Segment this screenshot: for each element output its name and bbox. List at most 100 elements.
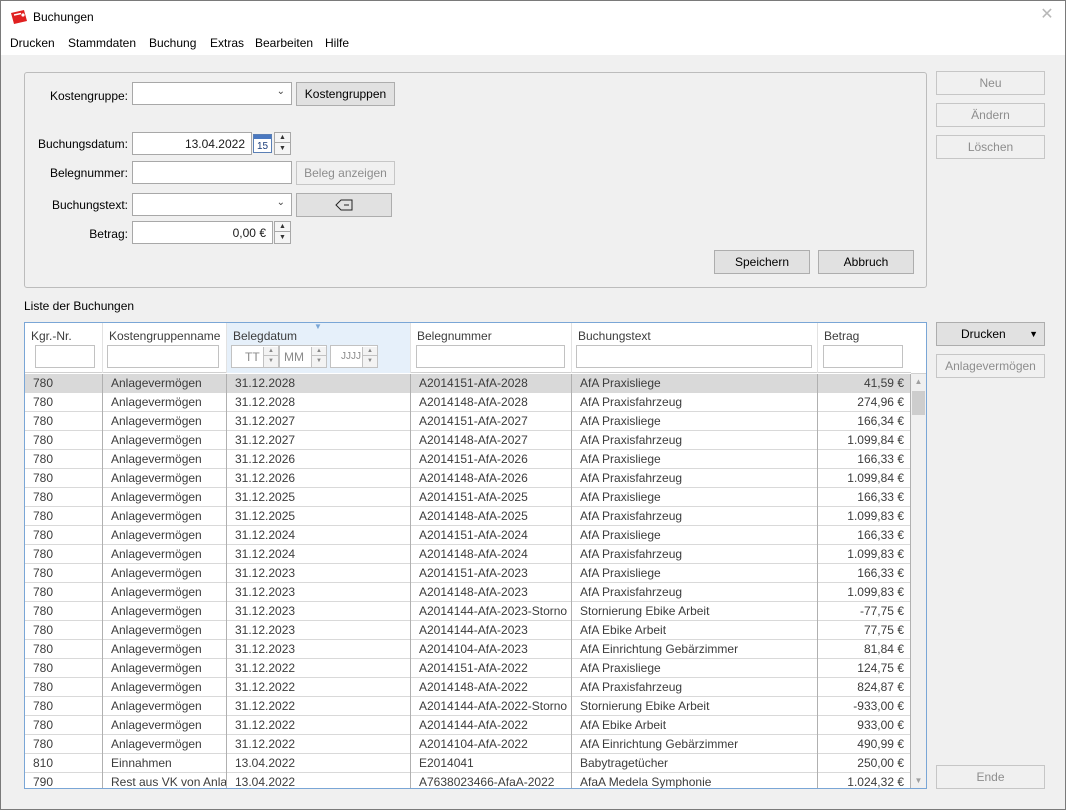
cell-kgr-nr: 780 [25,564,103,583]
table-row[interactable]: 780 Anlagevermögen 31.12.2026 A2014151-AfA-… [25,450,911,469]
table-row[interactable]: 780 Anlagevermögen 31.12.2027 A2014151-AfA-… [25,412,911,431]
cell-kgr-nr: 780 [25,678,103,697]
table-row[interactable]: 780 Anlagevermögen 31.12.2022 A2014144-AfA-… [25,716,911,735]
betrag-field[interactable]: 0,00 € [132,221,273,244]
column-kgr-nr[interactable]: Kgr.-Nr. [25,323,103,373]
table-row[interactable]: 780 Anlagevermögen 31.12.2026 A2014148-AfA-… [25,469,911,488]
column-betrag[interactable]: Betrag [818,323,911,373]
cell-kostengruppenname: Anlagevermögen [103,716,227,735]
column-belegnummer[interactable]: Belegnummer [411,323,572,373]
drucken-dropdown-button[interactable]: Drucken ▼ [936,322,1045,346]
kostengruppen-button[interactable]: Kostengruppen [296,82,395,106]
menu-extras[interactable]: Extras [210,36,244,50]
column-belegdatum[interactable]: ▼ Belegdatum TT ▲ ▼ MM ▲ ▼ JJJJ ▲ ▼ [227,323,411,373]
table-row[interactable]: 780 Anlagevermögen 31.12.2027 A2014148-AfA-… [25,431,911,450]
cell-kgr-nr: 790 [25,773,103,788]
cell-belegdatum: 31.12.2022 [227,678,411,697]
cell-belegdatum: 31.12.2022 [227,659,411,678]
filter-belegnummer-input[interactable] [416,345,565,368]
table-row[interactable]: 780 Anlagevermögen 31.12.2025 A2014148-AfA-… [25,507,911,526]
calendar-icon[interactable]: 15 [253,134,272,153]
cell-belegdatum: 31.12.2023 [227,583,411,602]
close-icon[interactable]: ✕ [1039,7,1055,23]
column-kostengruppenname[interactable]: Kostengruppenname [103,323,227,373]
arrow-up-icon[interactable]: ▲ [275,222,290,232]
menu-bearbeiten[interactable]: Bearbeiten [255,36,313,50]
table-row[interactable]: 780 Anlagevermögen 31.12.2028 A2014148-AfA-… [25,393,911,412]
cell-belegnummer: A2014148-AfA-2025 [411,507,572,526]
beleg-anzeigen-button[interactable]: Beleg anzeigen [296,161,395,185]
betrag-stepper[interactable]: ▲ ▼ [274,221,291,244]
table-row[interactable]: 780 Anlagevermögen 31.12.2023 A2014144-AfA-… [25,621,911,640]
cell-kostengruppenname: Anlagevermögen [103,659,227,678]
cell-belegnummer: E2014041 [411,754,572,773]
column-buchungstext[interactable]: Buchungstext [572,323,818,373]
vertical-scrollbar[interactable]: ▲ ▼ [911,374,926,788]
table-row[interactable]: 780 Anlagevermögen 31.12.2023 A2014151-AfA-… [25,564,911,583]
filter-buchungstext-input[interactable] [576,345,812,368]
belegnummer-field[interactable] [132,161,292,184]
aendern-button[interactable]: Ändern [936,103,1045,127]
menu-drucken[interactable]: Drucken [10,36,55,50]
cell-kgr-nr: 780 [25,602,103,621]
menu-buchung[interactable]: Buchung [149,36,196,50]
speichern-button[interactable]: Speichern [714,250,810,274]
filter-kostengruppenname-input[interactable] [107,345,219,368]
table-row[interactable]: 780 Anlagevermögen 31.12.2022 A2014148-AfA-… [25,678,911,697]
booking-form: Kostengruppe: ⌄ Kostengruppen Buchungsda… [24,72,927,288]
arrow-down-icon[interactable]: ▼ [275,233,290,243]
cell-kostengruppenname: Rest aus VK von Anlag [103,773,227,788]
table-row[interactable]: 780 Anlagevermögen 31.12.2022 A2014144-AfA-… [25,697,911,716]
cell-belegnummer: A2014144-AfA-2023 [411,621,572,640]
clear-text-button[interactable] [296,193,392,217]
neu-button[interactable]: Neu [936,71,1045,95]
scroll-down-icon[interactable]: ▼ [911,773,926,788]
cell-kostengruppenname: Anlagevermögen [103,678,227,697]
filter-month-input[interactable]: MM ▲ ▼ [279,345,327,368]
ende-button[interactable]: Ende [936,765,1045,789]
cell-kostengruppenname: Anlagevermögen [103,583,227,602]
cell-kgr-nr: 780 [25,469,103,488]
kostengruppe-combobox[interactable]: ⌄ [132,82,292,105]
cell-belegnummer: A2014148-AfA-2027 [411,431,572,450]
table-row[interactable]: 810 Einnahmen 13.04.2022 E2014041 Babytraget… [25,754,911,773]
chevron-down-icon: ⌄ [276,86,285,97]
arrow-down-icon[interactable]: ▼ [275,144,290,154]
buchungsdatum-field[interactable]: 13.04.2022 [132,132,252,155]
table-row[interactable]: 780 Anlagevermögen 31.12.2028 A2014151-AfA-… [25,374,911,393]
table-row[interactable]: 780 Anlagevermögen 31.12.2025 A2014151-AfA-… [25,488,911,507]
abbruch-button[interactable]: Abbruch [818,250,914,274]
cell-belegdatum: 31.12.2023 [227,602,411,621]
cell-belegdatum: 31.12.2025 [227,507,411,526]
filter-day-input[interactable]: TT ▲ ▼ [231,345,279,368]
buchungstext-combobox[interactable]: ⌄ [132,193,292,216]
table-row[interactable]: 780 Anlagevermögen 31.12.2024 A2014151-AfA-… [25,526,911,545]
table-row[interactable]: 780 Anlagevermögen 31.12.2022 A2014104-AfA-… [25,735,911,754]
menu-stammdaten[interactable]: Stammdaten [68,36,136,50]
table-row[interactable]: 780 Anlagevermögen 31.12.2023 A2014144-AfA-… [25,602,911,621]
menu-hilfe[interactable]: Hilfe [325,36,349,50]
cell-belegnummer: A2014151-AfA-2025 [411,488,572,507]
caret-down-icon: ▼ [1029,329,1038,339]
table-row[interactable]: 790 Rest aus VK von Anlag 13.04.2022 A76380… [25,773,911,788]
scroll-up-icon[interactable]: ▲ [911,374,926,389]
cell-belegdatum: 31.12.2022 [227,697,411,716]
cell-kostengruppenname: Anlagevermögen [103,545,227,564]
cell-belegnummer: A7638023466-AfaA-2022 [411,773,572,788]
cell-belegnummer: A2014148-AfA-2028 [411,393,572,412]
loeschen-button[interactable]: Löschen [936,135,1045,159]
table-row[interactable]: 780 Anlagevermögen 31.12.2023 A2014148-AfA-… [25,583,911,602]
cell-betrag: 1.099,83 € [818,583,911,602]
arrow-up-icon[interactable]: ▲ [275,133,290,143]
filter-kgr-nr-input[interactable] [35,345,95,368]
table-row[interactable]: 780 Anlagevermögen 31.12.2022 A2014151-AfA-… [25,659,911,678]
filter-betrag-input[interactable] [823,345,903,368]
scroll-thumb[interactable] [912,391,925,415]
filter-year-input[interactable]: JJJJ ▲ ▼ [330,345,378,368]
table-row[interactable]: 780 Anlagevermögen 31.12.2024 A2014148-AfA-… [25,545,911,564]
cell-kgr-nr: 780 [25,640,103,659]
cell-kostengruppenname: Anlagevermögen [103,431,227,450]
buchungsdatum-stepper[interactable]: ▲ ▼ [274,132,291,155]
anlagevermoegen-button[interactable]: Anlagevermögen [936,354,1045,378]
table-row[interactable]: 780 Anlagevermögen 31.12.2023 A2014104-AfA-… [25,640,911,659]
